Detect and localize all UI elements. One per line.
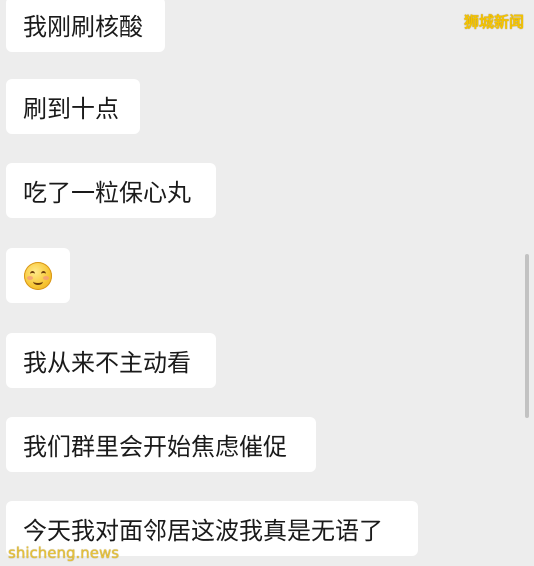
message-text: 刷到十点 [23, 95, 119, 123]
scrollbar[interactable] [525, 254, 529, 418]
smiling-face-emoji-icon [24, 261, 52, 290]
message-text: 吃了一粒保心丸 [23, 179, 191, 207]
message-text: 我从来不主动看 [23, 349, 191, 377]
message-bubble[interactable]: 我们群里会开始焦虑催促 [6, 417, 316, 472]
chat-area: 我刚刷核酸 刷到十点 吃了一粒保心丸 我从来不主动看 我们群里会开始焦虑催促 今… [0, 0, 534, 566]
message-text: 今天我对面邻居这波我真是无语了 [23, 517, 383, 545]
message-bubble[interactable]: 我刚刷核酸 [6, 0, 165, 52]
message-bubble[interactable]: 刷到十点 [6, 79, 140, 134]
message-bubble[interactable]: 我从来不主动看 [6, 333, 216, 388]
message-text: 我们群里会开始焦虑催促 [23, 433, 287, 461]
message-text: 我刚刷核酸 [23, 13, 143, 41]
watermark-logo-bottom: shicheng.news [8, 544, 120, 562]
watermark-logo-top: 狮城新闻 [463, 13, 524, 31]
message-bubble[interactable]: 吃了一粒保心丸 [6, 163, 216, 218]
emoji-message-bubble[interactable] [6, 248, 70, 303]
